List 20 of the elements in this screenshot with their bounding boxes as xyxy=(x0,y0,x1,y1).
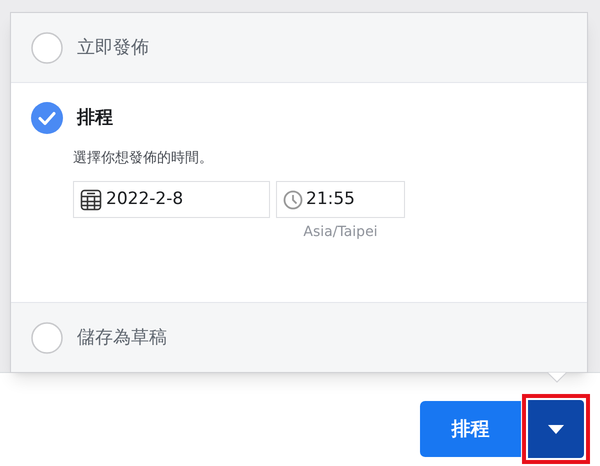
schedule-option[interactable]: 儲存為草稿 xyxy=(11,303,587,372)
timezone-label: Asia/Taipei xyxy=(303,223,378,242)
time-field[interactable]: 21:55 xyxy=(276,181,405,218)
schedule-description: 選擇你想發佈的時間。 xyxy=(73,149,214,168)
schedule-button[interactable]: 排程 xyxy=(420,401,521,457)
checked-radio-icon[interactable] xyxy=(31,102,63,134)
schedule-option[interactable]: 立即發佈 xyxy=(11,13,587,82)
date-value: 2022-2-8 xyxy=(106,188,184,211)
option-label: 儲存為草稿 xyxy=(77,326,167,350)
time-value: 21:55 xyxy=(306,188,355,211)
date-field[interactable]: 2022-2-8 xyxy=(73,181,270,218)
schedule-option[interactable]: 排程 選擇你想發佈的時間。 2022-2-8 21:55 Asia/Taipei xyxy=(11,82,587,303)
radio-icon[interactable] xyxy=(31,32,63,64)
option-label: 立即發佈 xyxy=(77,36,149,60)
radio-icon[interactable] xyxy=(31,322,63,354)
dropdown-button[interactable] xyxy=(522,394,590,464)
calendar-icon xyxy=(80,188,102,210)
option-label: 排程 xyxy=(77,106,113,130)
clock-icon xyxy=(283,190,303,210)
caret-down-icon xyxy=(548,424,564,434)
